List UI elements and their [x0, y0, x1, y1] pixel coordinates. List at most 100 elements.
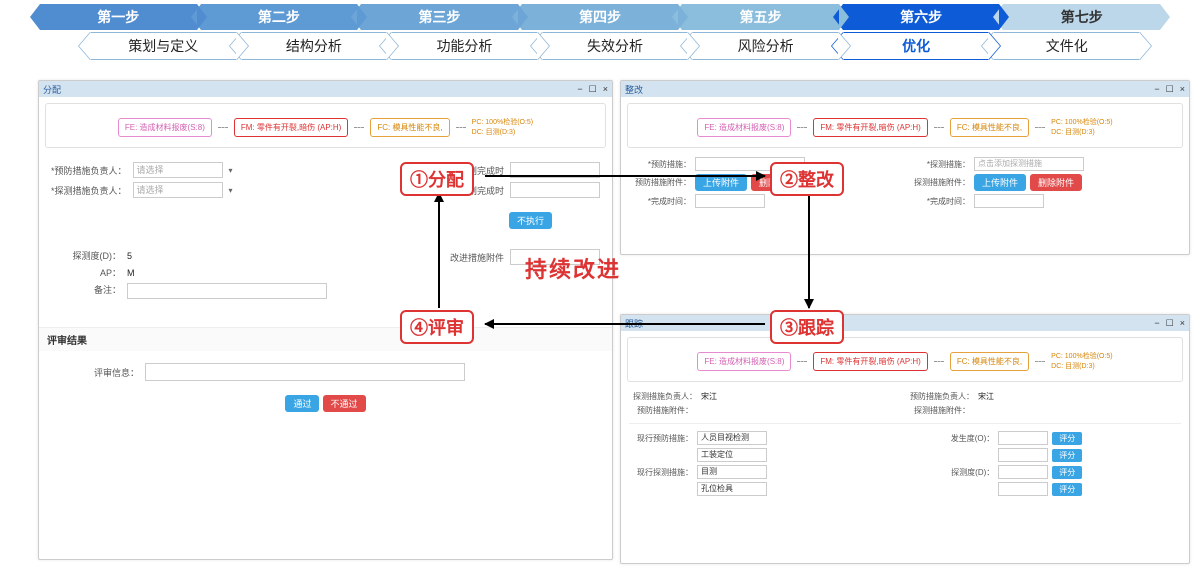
node-fe: FE: 造成材料报废(S:8): [118, 118, 212, 137]
node-fc: FC: 模具性能不良,: [950, 352, 1029, 371]
node-pc-dc: PC: 100%检验(O:5)DC: 目测(D:3): [1051, 118, 1112, 136]
step-3[interactable]: 第三步: [361, 4, 518, 30]
plan-date2-input[interactable]: [510, 182, 600, 198]
panel-assign-title: 分配: [43, 83, 61, 96]
ap-label: AP：: [51, 266, 121, 279]
minimize-icon[interactable]: −: [577, 84, 582, 95]
center-label: 持续改进: [525, 252, 621, 284]
det-owner-label-c: 探测措施负责人：: [633, 391, 697, 402]
review-info-input[interactable]: [145, 363, 465, 381]
node-pc-dc: PC: 100%检验(O:5)DC: 目测(D:3): [472, 118, 533, 136]
fail-button[interactable]: 不通过: [323, 395, 366, 412]
window-controls: − ☐ ×: [577, 84, 608, 95]
remark-input[interactable]: [127, 283, 327, 299]
substep-4[interactable]: 失效分析: [542, 32, 689, 60]
maximize-icon[interactable]: ☐: [1166, 318, 1174, 329]
failure-chain-a: FE: 造成材料报废(S:8) FM: 零件有开裂,暗伤 (AP:H) FC: …: [46, 104, 605, 147]
eval-button-o1[interactable]: 评分: [1052, 432, 1082, 445]
done-time-label2: *完成时间：: [910, 196, 970, 207]
node-fm: FM: 零件有开裂,暗伤 (AP:H): [813, 118, 927, 137]
occ-o-input2[interactable]: [998, 448, 1048, 462]
step-5[interactable]: 第五步: [682, 4, 839, 30]
remark-label: 备注：: [51, 283, 121, 296]
occ-o-input[interactable]: [998, 431, 1048, 445]
prev-measure-label: *预防措施：: [631, 159, 691, 170]
prev-owner-select[interactable]: 请选择: [133, 162, 223, 178]
det-attach-label: 探测措施附件：: [910, 177, 970, 188]
panel-track: 跟踪 − ☐ × FE: 造成材料报废(S:8) FM: 零件有开裂,暗伤 (A…: [620, 314, 1190, 564]
prev-attach-label: 预防措施附件：: [631, 177, 691, 188]
close-icon[interactable]: ×: [603, 84, 608, 95]
done-time-input[interactable]: [695, 194, 765, 208]
node-fe: FE: 造成材料报废(S:8): [697, 352, 791, 371]
step-nav-sub: 策划与定义 结构分析 功能分析 失效分析 风险分析 优化 文件化: [0, 30, 1200, 60]
arrow-2-3: [808, 193, 810, 308]
failure-chain-b: FE: 造成材料报废(S:8) FM: 零件有开裂,暗伤 (AP:H) FC: …: [628, 104, 1182, 147]
cur-det-val-1: 孔位检具: [697, 482, 767, 496]
arrow-1-2: [485, 175, 765, 177]
stage-2-label: ②整改: [770, 162, 844, 196]
step-7[interactable]: 第七步: [1003, 4, 1160, 30]
minimize-icon[interactable]: −: [1154, 84, 1159, 95]
arrow-3-4: [485, 323, 765, 325]
arrow-4-1: [438, 193, 440, 308]
substep-2[interactable]: 结构分析: [241, 32, 388, 60]
review-info-label: 评审信息：: [69, 366, 139, 379]
node-fc: FC: 模具性能不良,: [950, 118, 1029, 137]
occ-o-label: 发生度(O)：: [934, 433, 994, 444]
cur-prev-val-1: 工装定位: [697, 448, 767, 462]
cur-det-label: 现行探测措施：: [633, 467, 693, 478]
det-owner-select[interactable]: 请选择: [133, 182, 223, 198]
close-icon[interactable]: ×: [1180, 84, 1185, 95]
det-measure-input[interactable]: 点击添加探测措施: [974, 157, 1084, 171]
substep-1[interactable]: 策划与定义: [90, 32, 237, 60]
panel-rectify-title: 整改: [625, 83, 643, 96]
eval-button-d1[interactable]: 评分: [1052, 466, 1082, 479]
detect-d-value: 5: [127, 251, 167, 261]
done-time-input2[interactable]: [974, 194, 1044, 208]
det-d-label: 探测度(D)：: [934, 467, 994, 478]
det-d-input2[interactable]: [998, 482, 1048, 496]
node-fe: FE: 造成材料报废(S:8): [697, 118, 791, 137]
cur-prev-label: 现行预防措施：: [633, 433, 693, 444]
done-time-label: *完成时间：: [631, 196, 691, 207]
panel-assign-titlebar: 分配 − ☐ ×: [39, 81, 612, 97]
det-attach-label-c: 探测措施附件：: [910, 405, 970, 416]
prev-attach-label-c: 预防措施附件：: [633, 405, 693, 416]
eval-button-d2[interactable]: 评分: [1052, 483, 1082, 496]
substep-7[interactable]: 文件化: [993, 32, 1140, 60]
node-fm: FM: 零件有开裂,暗伤 (AP:H): [813, 352, 927, 371]
substep-3[interactable]: 功能分析: [391, 32, 538, 60]
cur-prev-val-0: 人员目视检测: [697, 431, 767, 445]
det-d-input[interactable]: [998, 465, 1048, 479]
eval-button-o2[interactable]: 评分: [1052, 449, 1082, 462]
stage-3-label: ③跟踪: [770, 310, 844, 344]
maximize-icon[interactable]: ☐: [589, 84, 597, 95]
window-controls-b: − ☐ ×: [1154, 84, 1185, 95]
detect-d-label: 探测度(D)：: [51, 249, 121, 262]
prev-owner-value: 宋江: [978, 391, 1018, 402]
review-result-header: 评审结果: [39, 327, 612, 351]
maximize-icon[interactable]: ☐: [1166, 84, 1174, 95]
substep-6[interactable]: 优化: [843, 32, 990, 60]
substep-5[interactable]: 风险分析: [692, 32, 839, 60]
noexec-button[interactable]: 不执行: [509, 212, 552, 229]
step-6[interactable]: 第六步: [843, 4, 1000, 30]
stage-4-label: ④评审: [400, 310, 474, 344]
stage-1-label: ①分配: [400, 162, 474, 196]
panel-rectify: 整改 − ☐ × FE: 造成材料报废(S:8) FM: 零件有开裂,暗伤 (A…: [620, 80, 1190, 255]
minimize-icon[interactable]: −: [1154, 318, 1159, 329]
failure-chain-c: FE: 造成材料报废(S:8) FM: 零件有开裂,暗伤 (AP:H) FC: …: [628, 338, 1182, 381]
upload-button[interactable]: 上传附件: [974, 174, 1026, 191]
det-owner-value: 宋江: [701, 391, 741, 402]
panel-assign: 分配 − ☐ × FE: 造成材料报废(S:8) FM: 零件有开裂,暗伤 (A…: [38, 80, 613, 560]
close-icon[interactable]: ×: [1180, 318, 1185, 329]
pass-button[interactable]: 通过: [285, 395, 319, 412]
prev-owner-label-c: 预防措施负责人：: [910, 391, 974, 402]
step-1[interactable]: 第一步: [40, 4, 197, 30]
node-pc-dc: PC: 100%检验(O:5)DC: 目测(D:3): [1051, 352, 1112, 370]
improve-attach-label: 改进措施附件: [434, 251, 504, 264]
delete-button[interactable]: 删除附件: [1030, 174, 1082, 191]
step-4[interactable]: 第四步: [522, 4, 679, 30]
step-2[interactable]: 第二步: [201, 4, 358, 30]
